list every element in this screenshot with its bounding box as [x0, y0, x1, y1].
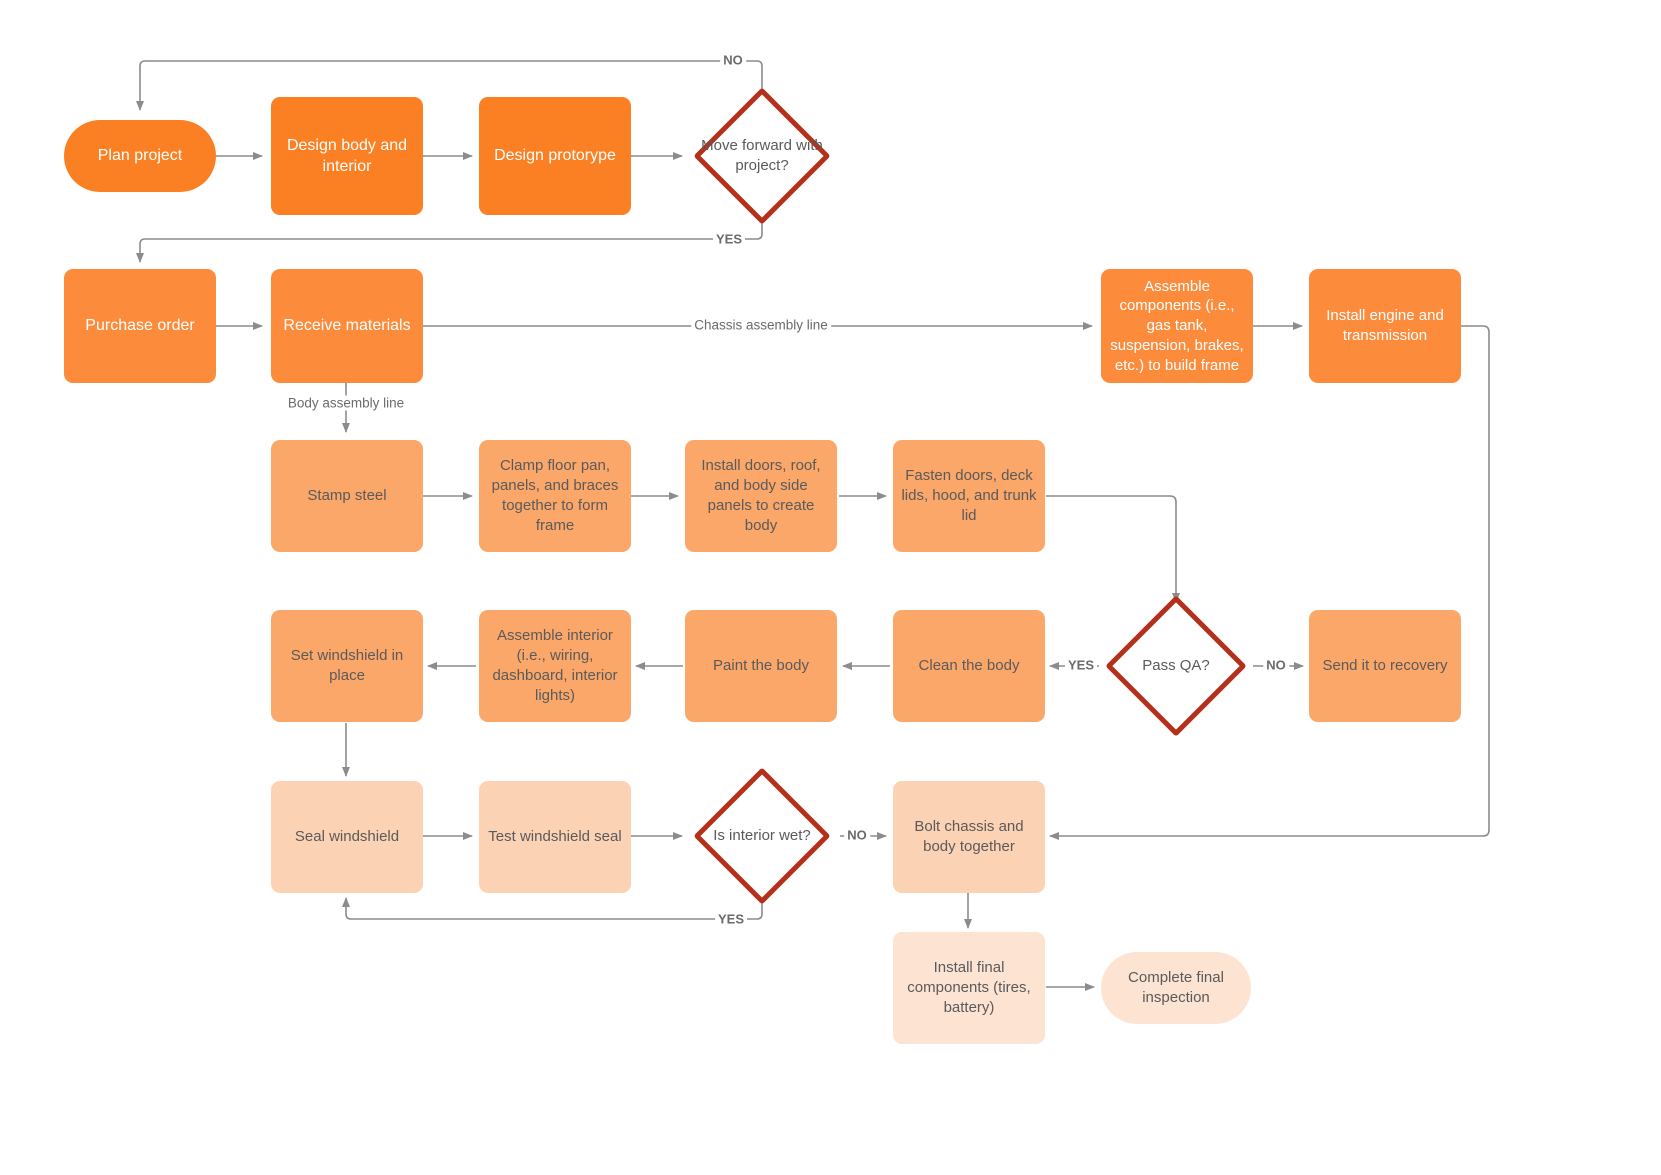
node-label: Fasten doors, deck lids, hood, and trunk…: [901, 467, 1037, 524]
edge-label-yes-move-forward: YES: [712, 231, 746, 247]
node-label: Install doors, roof, and body side panel…: [701, 457, 821, 534]
flowchart-canvas: Plan project Design body and interior De…: [0, 0, 1661, 1175]
node-label: Plan project: [97, 147, 183, 165]
node-design-body-and-interior[interactable]: Design body and interior: [271, 97, 423, 215]
node-label: Bolt chassis and body together: [914, 818, 1024, 855]
node-label: Move forward with project?: [701, 137, 823, 174]
node-receive-materials[interactable]: Receive materials: [271, 269, 423, 383]
edge-install-engine-to-bolt-chassis: [1049, 325, 1490, 840]
edge-no-back-to-plan: [136, 60, 763, 111]
node-label: Clamp floor pan, panels, and braces toge…: [491, 457, 619, 534]
node-label: Design protorype: [494, 147, 616, 165]
node-design-prototype[interactable]: Design protorype: [479, 97, 631, 215]
node-label: Pass QA?: [1142, 657, 1210, 675]
node-clean-the-body[interactable]: Clean the body: [893, 610, 1045, 722]
node-seal-windshield[interactable]: Seal windshield: [271, 781, 423, 893]
node-label: Clean the body: [918, 657, 1020, 675]
edge-label-chassis-assembly-line: Chassis assembly line: [691, 317, 831, 333]
edge-label-no-move-forward: NO: [720, 52, 746, 68]
node-label: Test windshield seal: [488, 828, 622, 846]
node-set-windshield-in-place[interactable]: Set windshield in place: [271, 610, 423, 722]
node-label: Stamp steel: [307, 487, 387, 505]
node-send-it-to-recovery[interactable]: Send it to recovery: [1309, 610, 1461, 722]
node-label: Is interior wet?: [713, 827, 811, 845]
node-label: Design body and interior: [286, 136, 408, 175]
edge-fasten-to-pass-qa: [1046, 495, 1180, 603]
node-stamp-steel[interactable]: Stamp steel: [271, 440, 423, 552]
edge-label-no-interior-wet: NO: [844, 827, 870, 843]
node-purchase-order[interactable]: Purchase order: [64, 269, 216, 383]
node-install-doors-roof-panels[interactable]: Install doors, roof, and body side panel…: [685, 440, 837, 552]
node-label: Paint the body: [713, 657, 809, 675]
node-assemble-components[interactable]: Assemble components (i.e., gas tank, sus…: [1101, 269, 1253, 383]
node-label: Set windshield in place: [290, 647, 404, 684]
node-bolt-chassis-and-body[interactable]: Bolt chassis and body together: [893, 781, 1045, 893]
edge-label-yes-pass-qa: YES: [1064, 657, 1098, 673]
node-label: Install final components (tires, battery…: [907, 959, 1031, 1016]
node-label: Assemble components (i.e., gas tank, sus…: [1110, 277, 1244, 374]
node-label: Complete final inspection: [1128, 969, 1224, 1006]
node-paint-the-body[interactable]: Paint the body: [685, 610, 837, 722]
node-label: Send it to recovery: [1322, 657, 1448, 675]
node-pass-qa[interactable]: Pass QA?: [1102, 595, 1250, 737]
node-install-final-components[interactable]: Install final components (tires, battery…: [893, 932, 1045, 1044]
node-plan-project[interactable]: Plan project: [64, 120, 216, 192]
edge-label-body-assembly-line: Body assembly line: [284, 395, 408, 411]
node-clamp-floor-pan[interactable]: Clamp floor pan, panels, and braces toge…: [479, 440, 631, 552]
node-complete-final-inspection[interactable]: Complete final inspection: [1101, 952, 1251, 1024]
node-label: Install engine and transmission: [1326, 307, 1444, 344]
node-install-engine-and-transmission[interactable]: Install engine and transmission: [1309, 269, 1461, 383]
node-label: Receive materials: [283, 317, 411, 335]
edge-yes-to-purchase-order: [136, 208, 763, 263]
node-assemble-interior[interactable]: Assemble interior (i.e., wiring, dashboa…: [479, 610, 631, 722]
node-is-interior-wet[interactable]: Is interior wet?: [688, 767, 836, 905]
node-label: Assemble interior (i.e., wiring, dashboa…: [492, 627, 618, 704]
node-label: Seal windshield: [294, 828, 400, 846]
node-test-windshield-seal[interactable]: Test windshield seal: [479, 781, 631, 893]
node-label: Purchase order: [85, 317, 195, 335]
node-move-forward-with-project[interactable]: Move forward with project?: [688, 87, 836, 225]
edge-label-yes-interior-wet: YES: [714, 911, 748, 927]
edge-label-no-pass-qa: NO: [1263, 657, 1289, 673]
node-fasten-doors-deck-lids[interactable]: Fasten doors, deck lids, hood, and trunk…: [893, 440, 1045, 552]
